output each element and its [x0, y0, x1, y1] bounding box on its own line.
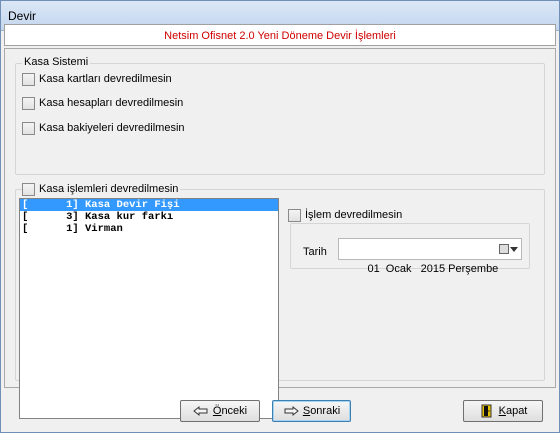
kasa-islemleri-checkbox[interactable] [22, 182, 35, 196]
date-picker[interactable]: 01 Ocak 2015 Perşembe [338, 238, 522, 275]
close-button-accel: K [498, 405, 506, 417]
next-button-accel: S [302, 405, 311, 417]
kasa-islemleri-option[interactable]: Kasa işlemleri devredilmesin [22, 182, 181, 196]
exit-door-icon [481, 404, 492, 418]
kasa-hesaplari-label: Kasa hesapları devredilmesin [39, 97, 184, 109]
content-panel: Kasa Sistemi Kasa kartları devredilmesin… [4, 48, 556, 419]
back-hand-icon [193, 405, 208, 417]
kasa-bakiyeleri-label: Kasa bakiyeleri devredilmesin [39, 122, 185, 134]
close-button[interactable]: Kapat [463, 400, 543, 422]
list-item[interactable]: [ 1] Kasa Devir Fişi [20, 199, 278, 211]
chevron-down-icon [509, 246, 518, 252]
next-button-label: onraki [310, 405, 341, 417]
list-item[interactable]: [ 1] Virman [20, 223, 278, 235]
kasa-islemleri-label: Kasa işlemleri devredilmesin [39, 183, 179, 195]
window-title: Devir [8, 9, 37, 23]
kasa-bakiyeleri-checkbox[interactable] [22, 121, 35, 135]
list-item[interactable]: [ 3] Kasa kur farkı [20, 211, 278, 223]
islem-option[interactable]: İşlem devredilmesin [288, 208, 402, 222]
header-banner: Netsim Ofisnet 2.0 Yeni Döneme Devir İşl… [4, 24, 556, 46]
kasa-kartlari-option[interactable]: Kasa kartları devredilmesin [22, 72, 172, 86]
previous-button[interactable]: Önceki [180, 400, 260, 422]
tarih-group: Tarih 01 Ocak 2015 Perşembe [290, 223, 530, 275]
kasa-kartlari-label: Kasa kartları devredilmesin [39, 73, 172, 85]
calendar-icon [498, 244, 509, 254]
islem-checkbox[interactable] [288, 208, 301, 222]
previous-button-accel: Ö [212, 405, 222, 417]
forward-hand-icon [284, 405, 299, 417]
close-button-label: apat [505, 405, 528, 417]
islem-label: İşlem devredilmesin [305, 209, 403, 221]
kasa-islemleri-list[interactable]: [ 1] Kasa Devir Fişi [ 3] Kasa kur farkı… [19, 198, 279, 419]
kasa-hesaplari-checkbox[interactable] [22, 96, 35, 110]
kasa-kartlari-checkbox[interactable] [22, 72, 35, 86]
date-value: 01 Ocak 2015 Perşembe [367, 263, 499, 275]
date-dropdown-button[interactable] [498, 242, 518, 256]
kasa-bakiyeleri-option[interactable]: Kasa bakiyeleri devredilmesin [22, 121, 185, 135]
previous-button-label: nceki [221, 405, 248, 417]
kasa-sistemi-legend: Kasa Sistemi [22, 56, 91, 69]
tarih-label: Tarih [303, 246, 327, 258]
next-button[interactable]: Sonraki [272, 400, 351, 422]
devir-window: Devir Netsim Ofisnet 2.0 Yeni Döneme Dev… [0, 0, 560, 433]
kasa-hesaplari-option[interactable]: Kasa hesapları devredilmesin [22, 96, 183, 110]
